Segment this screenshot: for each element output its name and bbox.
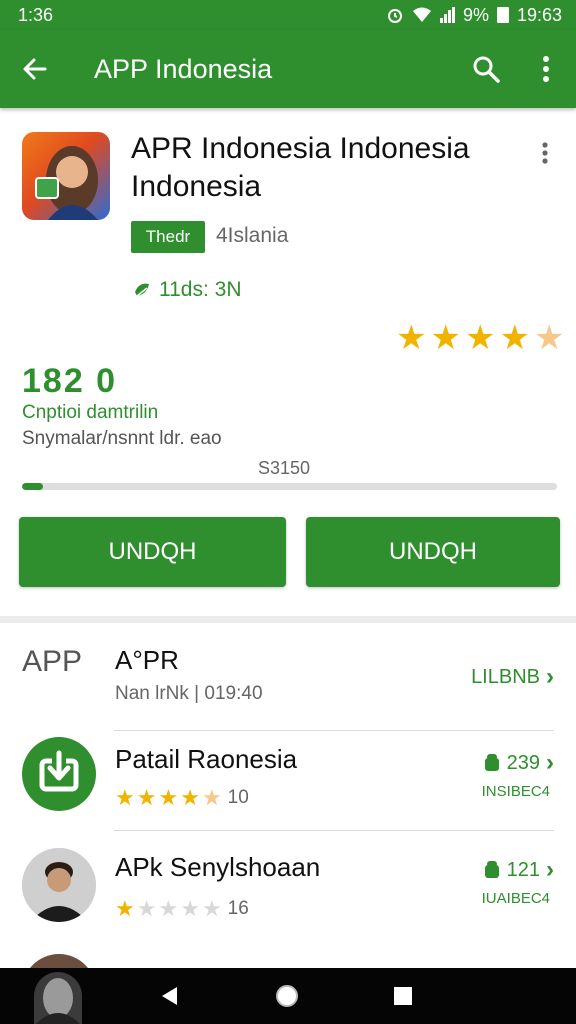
star-icon: ★ xyxy=(158,896,179,921)
developer-name[interactable]: 4Islania xyxy=(216,224,288,248)
star-icon: ★ xyxy=(533,319,565,357)
category-badge[interactable]: Thedr xyxy=(131,221,205,253)
back-triangle-icon xyxy=(162,987,177,1005)
app-more-button[interactable] xyxy=(530,138,560,168)
list-item-title: APk Senylshoaan xyxy=(115,852,321,882)
download-button-secondary[interactable]: UNDQH xyxy=(306,517,560,587)
signal-icon xyxy=(439,7,455,23)
chevron-right-icon: › xyxy=(546,749,554,776)
overflow-menu-button[interactable] xyxy=(516,30,576,108)
list-item-action-sub: INSIBEC4 xyxy=(481,783,550,800)
app-name: APR Indonesia Indonesia Indonesia xyxy=(131,132,470,203)
star-icon: ★ xyxy=(180,896,200,921)
home-circle-icon xyxy=(276,985,298,1007)
star-icon: ★ xyxy=(201,896,222,921)
page-title: APP Indonesia xyxy=(94,53,273,84)
nav-recents-button[interactable] xyxy=(368,968,438,1024)
list-item-action-label: LILBNB xyxy=(471,665,540,688)
list-item-action-label: 239 xyxy=(506,751,540,774)
person-avatar-image xyxy=(22,848,96,922)
more-vert-icon xyxy=(543,56,549,82)
alarm-icon xyxy=(387,9,402,23)
rating-label: Cnptioi damtrilin xyxy=(22,402,159,423)
list-item[interactable]: APk Senylshoaan ★ ★ ★ ★ ★ 16 121 › IUAIBEC4 xyxy=(0,832,576,940)
more-vert-icon xyxy=(542,142,548,164)
star-icon: ★ xyxy=(136,785,157,810)
nav-back-button[interactable] xyxy=(134,968,204,1024)
rating-subtitle: Snymalar/nsnnt ldr. eao xyxy=(22,428,222,449)
rating-stars: ★ ★ ★ ★ ★ xyxy=(396,320,564,356)
status-icons: 9% 19:63 xyxy=(386,5,562,26)
status-bar: 1:36 9% 19:63 xyxy=(0,0,576,30)
download-progress-bar xyxy=(22,483,557,490)
leaf-icon xyxy=(135,283,149,297)
app-icon xyxy=(22,132,110,220)
download-icon xyxy=(39,750,79,792)
avatar xyxy=(22,954,96,968)
star-icon: ★ xyxy=(158,785,179,810)
battery-percent: 9% xyxy=(462,4,489,25)
search-button[interactable] xyxy=(456,30,516,108)
back-button[interactable] xyxy=(0,30,70,108)
list-item-action[interactable]: 239 › INSIBEC4 xyxy=(482,749,554,800)
rating-count: 10 xyxy=(227,787,249,808)
thumbnail-face-image xyxy=(36,978,80,1024)
search-icon xyxy=(473,56,500,83)
downloads-text: 11ds: 3N xyxy=(159,278,242,301)
section-divider xyxy=(0,616,576,623)
list-item[interactable]: APP A°PR Nan lrNk | 019:40 LILBNB › xyxy=(0,623,576,731)
list-item-action[interactable]: LILBNB › xyxy=(471,663,554,691)
recents-square-icon xyxy=(394,987,412,1005)
wifi-icon xyxy=(412,7,431,22)
star-icon: ★ xyxy=(180,785,200,810)
star-icon: ★ xyxy=(464,319,496,357)
rating-count: 16 xyxy=(227,898,249,919)
list-item-title: A°PR xyxy=(115,645,179,675)
system-nav-bar xyxy=(0,968,576,1024)
nav-home-button[interactable] xyxy=(252,968,322,1024)
android-icon xyxy=(484,754,499,771)
avatar xyxy=(22,848,96,922)
star-icon: ★ xyxy=(115,896,135,921)
notification-thumbnail[interactable] xyxy=(34,972,82,1024)
list-item-action-label: 121 xyxy=(506,858,540,881)
chevron-right-icon: › xyxy=(546,856,554,883)
list-item-title: Patail Raonesia xyxy=(115,744,298,774)
star-icon: ★ xyxy=(136,896,157,921)
battery-icon xyxy=(496,7,509,23)
app-bar: APP Indonesia xyxy=(0,30,576,108)
list-item-partial[interactable] xyxy=(0,944,576,968)
status-right-text: 19:63 xyxy=(516,4,562,25)
list-item[interactable]: Patail Raonesia ★ ★ ★ ★ ★ 10 239 › INSIBEC4 xyxy=(0,723,576,831)
rating-number: 182 0 xyxy=(22,362,118,400)
star-icon: ★ xyxy=(396,319,427,357)
android-icon xyxy=(484,861,499,878)
download-button[interactable]: UNDQH xyxy=(19,517,286,587)
app-details-screen: 1:36 9% 19:63 APP Indonesia APR Indonesi… xyxy=(0,0,576,1024)
list-item-stars: ★ ★ ★ ★ ★ 10 xyxy=(115,785,249,811)
star-icon: ★ xyxy=(115,785,135,810)
list-item-subtitle: Nan lrNk | 019:40 xyxy=(115,683,263,704)
list-divider xyxy=(114,830,554,831)
downloads-info: 11ds: 3N xyxy=(133,278,242,302)
list-item-action[interactable]: 121 › IUAIBEC4 xyxy=(482,856,554,907)
list-item-action-sub: IUAIBEC4 xyxy=(481,890,550,907)
star-icon: ★ xyxy=(499,319,530,357)
list-item-stars: ★ ★ ★ ★ ★ 16 xyxy=(115,896,249,922)
star-icon: ★ xyxy=(201,785,222,810)
progress-fill xyxy=(22,483,44,490)
app-icon-image xyxy=(35,146,98,220)
download-app-icon xyxy=(22,737,96,811)
back-arrow-icon xyxy=(23,58,47,80)
star-icon: ★ xyxy=(430,319,461,357)
list-item-lead: APP xyxy=(22,645,83,678)
progress-text: S3150 xyxy=(258,458,311,478)
chevron-right-icon: › xyxy=(546,663,554,690)
status-time: 1:36 xyxy=(18,4,54,25)
